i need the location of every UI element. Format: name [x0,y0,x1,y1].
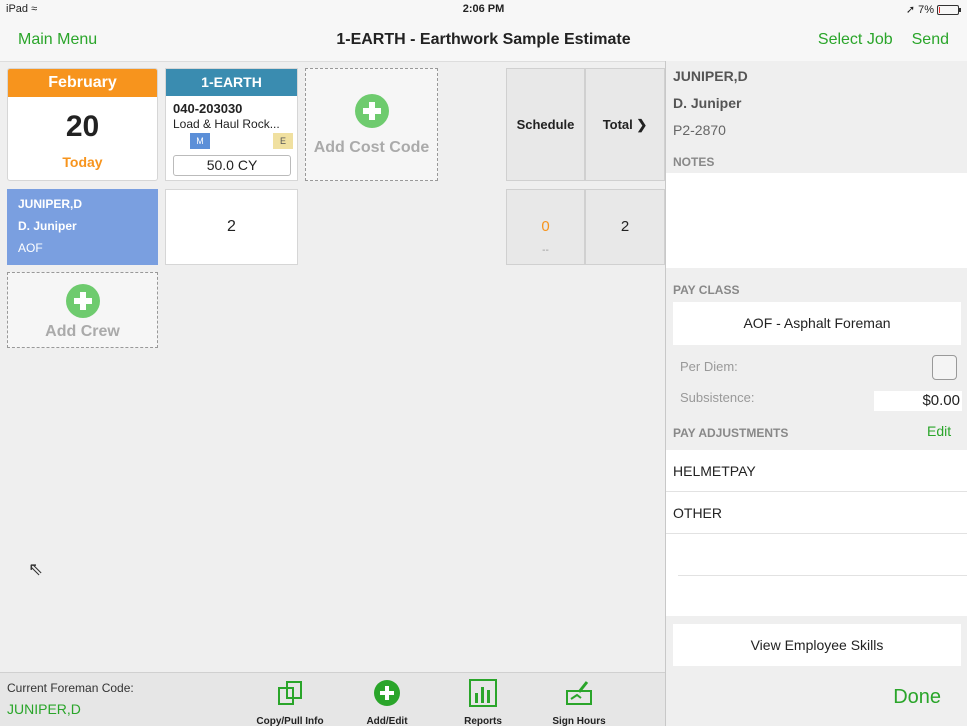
select-job-button[interactable]: Select Job [818,31,893,49]
schedule-sub: -- [542,245,549,256]
total-header[interactable]: Total ❯ [585,68,665,181]
date-today-label: Today [62,154,103,170]
employee-detail-panel: JUNIPER,D D. Juniper P2-2870 NOTES PAY C… [665,61,967,726]
done-button[interactable]: Done [893,686,941,709]
per-diem-label: Per Diem: [680,359,738,374]
schedule-header: Schedule [506,68,585,181]
date-tile[interactable]: February 20 Today [7,68,158,181]
cost-code-quantity[interactable]: 50.0 CY [173,155,291,176]
foreman-code-value: JUNIPER,D [7,701,81,717]
status-right: ➚ 7% [905,3,961,16]
foreman-code-label: Current Foreman Code: [7,681,134,695]
subsistence-input[interactable]: $0.00 [874,391,962,411]
status-bar: iPad ≈ 2:06 PM ➚ 7% [0,0,967,20]
date-month: February [8,69,157,97]
list-item[interactable]: OTHER [666,492,967,534]
add-crew-label: Add Crew [45,323,120,340]
cost-code-job: 1-EARTH [166,69,297,96]
schedule-value-cell: 0 -- [506,189,585,265]
add-icon [65,284,100,318]
sign-hours-button[interactable]: Sign Hours [534,679,624,726]
view-employee-skills-button[interactable]: View Employee Skills [673,624,961,666]
crew-name: D. Juniper [18,219,77,233]
crew-class: AOF [18,241,43,255]
location-icon: ➚ [905,4,916,16]
material-badge: M [190,133,210,149]
status-time: 2:06 PM [462,3,505,15]
pay-class-label: PAY CLASS [673,283,740,297]
bar-chart-icon [469,679,497,707]
notes-label: NOTES [673,155,715,169]
reports-button[interactable]: Reports [438,679,528,726]
crew-hours-cell[interactable]: 2 [165,189,298,265]
add-icon [374,680,400,706]
copy-pull-info-label: Copy/Pull Info [256,716,324,726]
battery-icon [937,4,961,15]
cost-code-number: 040-203030 [173,101,243,116]
mouse-cursor-icon: ⇖ [28,559,44,579]
edit-adjustments-button[interactable]: Edit [927,423,951,439]
sign-icon [566,681,592,705]
schedule-value: 0 [541,218,550,235]
reports-label: Reports [464,716,502,726]
list-item[interactable]: HELMETPAY [666,450,967,492]
total-label: Total [602,117,633,132]
crew-code: JUNIPER,D [18,197,83,211]
pay-adjustments-label: PAY ADJUSTMENTS [673,426,789,440]
cost-code-tile[interactable]: 1-EARTH 040-203030 Load & Haul Rock... M… [165,68,298,181]
pay-adjustments-list: HELMETPAY OTHER [666,450,967,616]
per-diem-checkbox[interactable] [932,355,957,380]
notes-field[interactable] [666,173,967,268]
list-item-empty [678,534,967,576]
add-cost-code-label: Add Cost Code [313,139,430,156]
date-day: 20 [65,110,100,143]
employee-id: P2-2870 [673,122,726,138]
copy-icon [278,681,302,705]
send-button[interactable]: Send [912,31,949,49]
add-cost-code-button[interactable]: Add Cost Code [305,68,438,181]
employee-code: JUNIPER,D [673,68,748,84]
footer-toolbar: Current Foreman Code: JUNIPER,D Copy/Pul… [0,672,665,726]
chevron-right-icon: ❯ [636,117,648,132]
crew-tile[interactable]: JUNIPER,D D. Juniper AOF [7,189,158,265]
cost-code-description: Load & Haul Rock... [173,117,280,131]
employee-name: D. Juniper [673,95,742,111]
nav-bar: Main Menu 1-EARTH - Earthwork Sample Est… [0,20,967,62]
add-crew-button[interactable]: Add Crew [7,272,158,348]
pay-class-select[interactable]: AOF - Asphalt Foreman [673,302,961,345]
battery-percent: 7% [918,3,934,16]
subsistence-label: Subsistence: [680,390,755,405]
copy-pull-info-button[interactable]: Copy/Pull Info [245,679,335,726]
add-edit-button[interactable]: Add/Edit [342,679,432,726]
sign-hours-label: Sign Hours [552,716,606,726]
add-icon [354,94,389,128]
equipment-badge: E [273,133,293,149]
total-value-cell: 2 [585,189,665,265]
add-edit-label: Add/Edit [366,716,408,726]
